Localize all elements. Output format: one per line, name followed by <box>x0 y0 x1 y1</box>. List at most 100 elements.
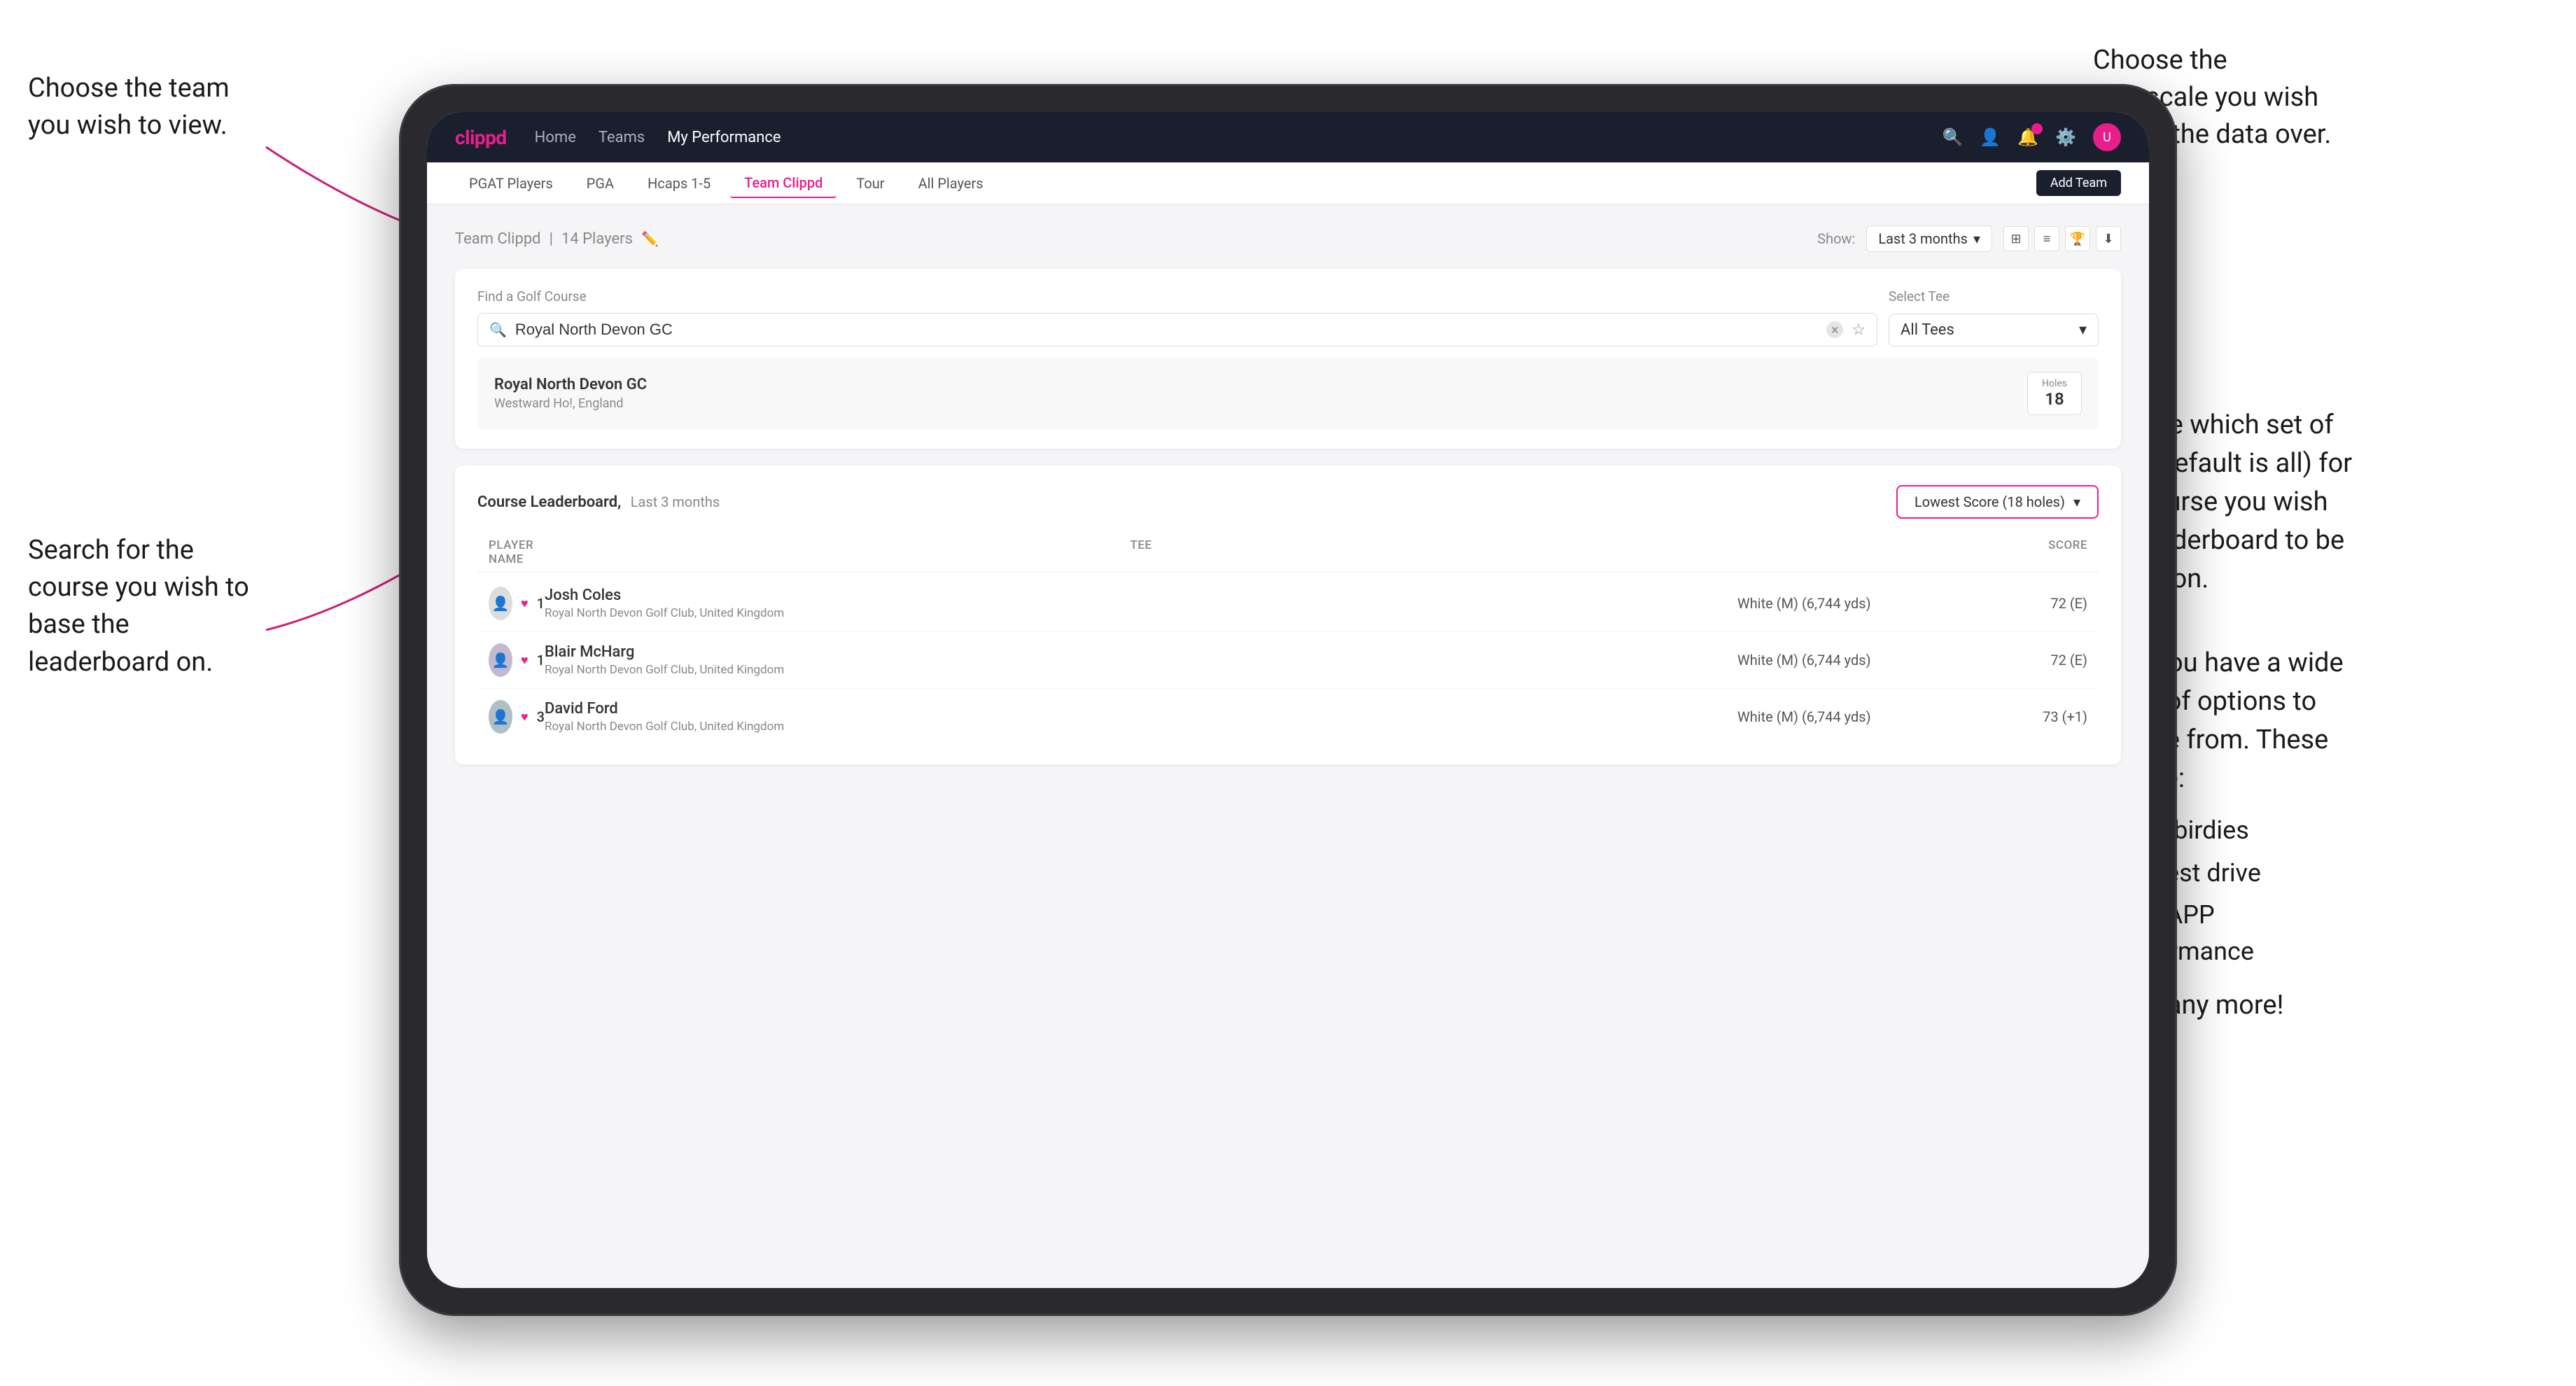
top-nav: clippd Home Teams My Performance 🔍 👤 🔔 ⚙… <box>427 112 2149 162</box>
heart-icon-2: ♥ <box>521 653 528 668</box>
nav-right: 🔍 👤 🔔 ⚙️ U <box>1942 123 2121 151</box>
heart-icon-1: ♥ <box>521 596 528 611</box>
player-tee-1: White (M) (6,744 yds) <box>1737 595 1947 612</box>
chevron-down-icon: ▾ <box>1973 230 1980 247</box>
edit-icon[interactable]: ✏️ <box>641 230 659 247</box>
player-name-2: Blair McHarg <box>545 643 1737 661</box>
sub-nav-pga[interactable]: PGA <box>573 169 628 197</box>
table-row: 👤 ♥ 1 Josh Coles Royal North Devon Golf … <box>477 575 2099 632</box>
player-avatar-2: 👤 <box>489 643 512 677</box>
tee-select-dropdown[interactable]: All Tees ▾ <box>1889 314 2099 346</box>
ipad-screen: clippd Home Teams My Performance 🔍 👤 🔔 ⚙… <box>427 112 2149 1288</box>
table-header: PLAYER NAME TEE SCORE <box>477 533 2099 573</box>
player-rank-2: 👤 ♥ 1 <box>489 643 545 677</box>
nav-my-performance[interactable]: My Performance <box>667 129 780 146</box>
team-title-area: Team Clippd | 14 Players ✏️ <box>455 230 659 248</box>
heart-icon-3: ♥ <box>521 710 528 724</box>
notification-bell[interactable]: 🔔 <box>2017 127 2038 147</box>
player-count-label: 14 Players <box>561 230 633 248</box>
search-icon: 🔍 <box>489 321 507 338</box>
sub-nav-all-players[interactable]: All Players <box>904 169 997 197</box>
player-info-1: Josh Coles Royal North Devon Golf Club, … <box>545 587 1737 620</box>
course-result[interactable]: Royal North Devon GC Westward Ho!, Engla… <box>477 358 2099 429</box>
sub-nav: PGAT Players PGA Hcaps 1-5 Team Clippd T… <box>427 162 2149 204</box>
period-value: Last 3 months <box>1878 230 1968 247</box>
trophy-view-button[interactable]: 🏆 <box>2065 226 2090 251</box>
search-row: 🔍 × ☆ All Tees ▾ <box>477 313 2099 346</box>
annotation-middle-left: Search for the course you wish to base t… <box>28 532 266 681</box>
course-search-input[interactable] <box>515 321 1818 339</box>
col-player: PLAYER NAME <box>489 538 545 566</box>
course-location: Westward Ho!, England <box>494 396 647 411</box>
rank-2: 1 <box>537 652 545 668</box>
table-row: 👤 ♥ 1 Blair McHarg Royal North Devon Gol… <box>477 632 2099 689</box>
score-chevron-icon: ▾ <box>2073 493 2080 510</box>
leaderboard-header: Course Leaderboard, Last 3 months Lowest… <box>477 485 2099 519</box>
favorite-icon[interactable]: ☆ <box>1851 321 1865 339</box>
search-icon[interactable]: 🔍 <box>1942 127 1963 147</box>
score-type-value: Lowest Score (18 holes) <box>1914 493 2065 510</box>
add-team-button[interactable]: Add Team <box>2036 170 2121 196</box>
profile-icon[interactable]: 👤 <box>1980 127 2001 147</box>
player-score-1: 72 (E) <box>1947 595 2087 612</box>
sub-nav-pgat[interactable]: PGAT Players <box>455 169 567 197</box>
player-club-1: Royal North Devon Golf Club, United King… <box>545 606 1737 620</box>
select-tee-label: Select Tee <box>1889 288 2099 304</box>
player-tee-2: White (M) (6,744 yds) <box>1737 652 1947 668</box>
leaderboard-table: PLAYER NAME TEE SCORE 👤 ♥ 1 Josh <box>477 533 2099 745</box>
nav-teams[interactable]: Teams <box>598 129 645 146</box>
player-club-3: Royal North Devon Golf Club, United King… <box>545 720 1737 734</box>
leaderboard-title: Course Leaderboard, Last 3 months <box>477 493 720 511</box>
sub-nav-tour[interactable]: Tour <box>842 169 898 197</box>
player-info-2: Blair McHarg Royal North Devon Golf Club… <box>545 643 1737 677</box>
clear-search-button[interactable]: × <box>1826 321 1843 338</box>
tee-chevron-icon: ▾ <box>2079 321 2087 339</box>
player-club-2: Royal North Devon Golf Club, United King… <box>545 663 1737 677</box>
table-row: 👤 ♥ 3 David Ford Royal North Devon Golf … <box>477 689 2099 745</box>
search-panel: Find a Golf Course Select Tee 🔍 × ☆ All … <box>455 269 2121 449</box>
period-select[interactable]: Last 3 months ▾ <box>1866 225 1992 252</box>
course-search-wrapper[interactable]: 🔍 × ☆ <box>477 313 1877 346</box>
score-type-select[interactable]: Lowest Score (18 holes) ▾ <box>1896 485 2099 519</box>
player-score-3: 73 (+1) <box>1947 708 2087 725</box>
annotation-top-left: Choose the team you wish to view. <box>28 70 266 144</box>
player-score-2: 72 (E) <box>1947 652 2087 668</box>
show-controls: Show: Last 3 months ▾ ⊞ ≡ 🏆 ⬇ <box>1817 225 2121 252</box>
nav-home[interactable]: Home <box>535 129 576 146</box>
show-label: Show: <box>1817 230 1855 247</box>
team-name: Team Clippd <box>455 230 541 248</box>
rank-3: 3 <box>537 708 545 725</box>
player-info-3: David Ford Royal North Devon Golf Club, … <box>545 700 1737 734</box>
player-count: | <box>550 230 553 248</box>
player-rank-3: 👤 ♥ 3 <box>489 700 545 734</box>
nav-links: Home Teams My Performance <box>535 129 781 146</box>
download-button[interactable]: ⬇ <box>2096 226 2121 251</box>
player-avatar-1: 👤 <box>489 587 512 620</box>
grid-view-button[interactable]: ⊞ <box>2003 226 2029 251</box>
sub-nav-team-clippd[interactable]: Team Clippd <box>730 169 836 198</box>
list-view-button[interactable]: ≡ <box>2034 226 2059 251</box>
player-name-3: David Ford <box>545 700 1737 718</box>
course-result-info: Royal North Devon GC Westward Ho!, Engla… <box>494 376 647 411</box>
leaderboard-panel: Course Leaderboard, Last 3 months Lowest… <box>455 465 2121 764</box>
player-name-1: Josh Coles <box>545 587 1737 604</box>
player-tee-3: White (M) (6,744 yds) <box>1737 708 1947 725</box>
player-rank-1: 👤 ♥ 1 <box>489 587 545 620</box>
holes-label: Holes <box>2042 378 2067 389</box>
holes-badge: Holes 18 <box>2027 372 2082 415</box>
course-name: Royal North Devon GC <box>494 376 647 393</box>
notification-badge <box>2031 123 2043 134</box>
col-tee: TEE <box>545 538 1737 566</box>
user-avatar[interactable]: U <box>2093 123 2121 151</box>
player-avatar-3: 👤 <box>489 700 512 734</box>
main-content: Team Clippd | 14 Players ✏️ Show: Last 3… <box>427 204 2149 785</box>
sub-nav-hcaps[interactable]: Hcaps 1-5 <box>634 169 724 197</box>
tee-value: All Tees <box>1900 321 1954 339</box>
team-header: Team Clippd | 14 Players ✏️ Show: Last 3… <box>455 225 2121 252</box>
view-icons: ⊞ ≡ 🏆 ⬇ <box>2003 226 2121 251</box>
settings-icon[interactable]: ⚙️ <box>2055 127 2076 147</box>
ipad-frame: clippd Home Teams My Performance 🔍 👤 🔔 ⚙… <box>399 84 2177 1316</box>
col-score: SCORE <box>1947 538 2087 566</box>
logo: clippd <box>455 126 507 149</box>
holes-value: 18 <box>2045 389 2064 409</box>
